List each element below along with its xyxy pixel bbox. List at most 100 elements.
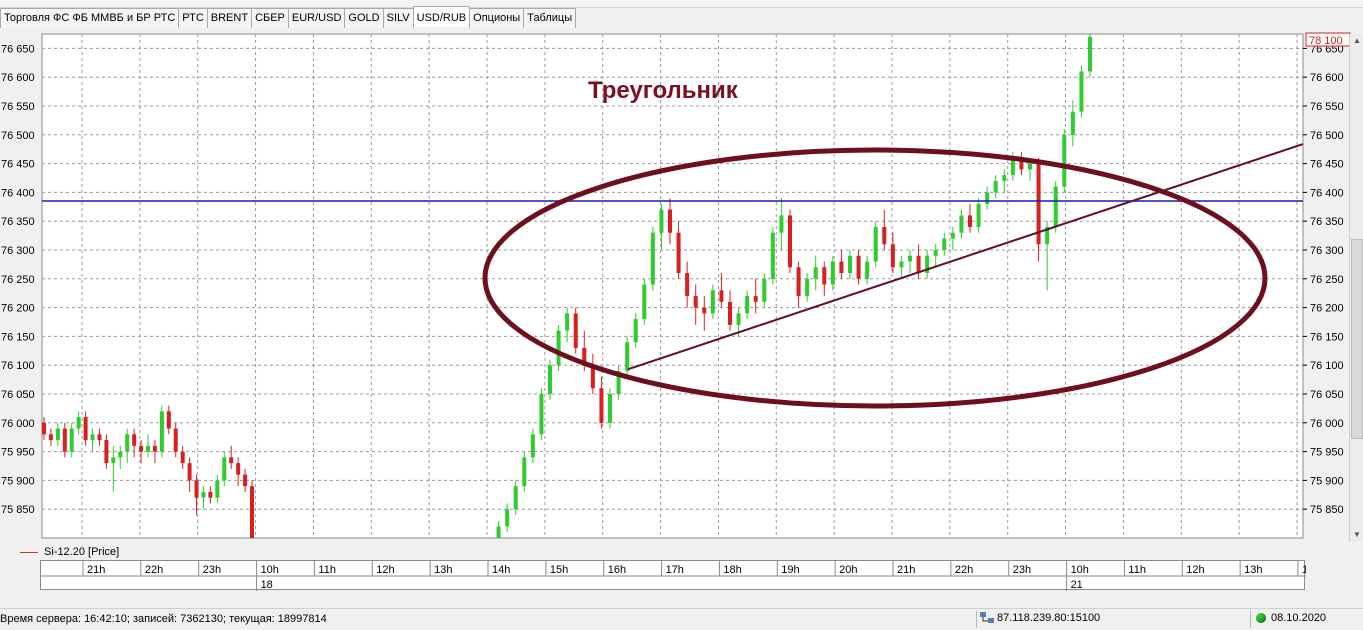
candle-body (642, 284, 647, 320)
scroll-up-arrow-icon[interactable]: ▲ (1352, 36, 1362, 46)
candle-body (728, 301, 732, 325)
y-tick-label-left: 76 500 (1, 130, 35, 142)
tab-5[interactable]: GOLD (344, 8, 384, 28)
time-label: 19h (781, 564, 799, 576)
y-tick-label-left: 76 450 (1, 159, 35, 171)
candle-body (916, 255, 921, 274)
scroll-down-arrow-icon[interactable]: ▼ (1352, 530, 1362, 540)
candle-body (685, 273, 690, 297)
candle-body (805, 278, 810, 297)
candle-body (942, 238, 947, 250)
price-chart[interactable]: 76 650 76 65076 600 76 60076 550 76 55076 5… (0, 28, 1363, 548)
y-tick-label-left: 76 200 (1, 303, 35, 315)
tab-7[interactable]: USD/RUB (412, 6, 471, 27)
time-label: 18h (723, 564, 741, 576)
tab-8[interactable]: Опционы (469, 8, 525, 28)
candle-body (513, 486, 518, 510)
candle-body (676, 232, 681, 274)
y-tick-label-right: 76 150 (1310, 331, 1344, 343)
tab-4[interactable]: EUR/USD (287, 8, 346, 28)
candle-body (222, 457, 227, 481)
candle-body (933, 250, 938, 256)
candle-body (985, 192, 990, 204)
candle-body (813, 267, 818, 279)
y-tick-label-left: 75 950 (1, 447, 35, 459)
y-tick-label-left: 76 150 (1, 331, 35, 343)
last-price-label: 78 100 (1309, 35, 1343, 47)
candle-body (1062, 134, 1067, 187)
candle-body (201, 491, 206, 498)
chart-legend: Si-12.20 [Price] (20, 545, 119, 559)
y-tick-label-left: 76 100 (1, 360, 35, 372)
candle-body (236, 463, 241, 475)
time-label: 13h (434, 564, 452, 576)
y-tick-label-right: 76 250 (1310, 274, 1344, 286)
candle-body (668, 209, 672, 233)
time-label: 11h (1128, 564, 1146, 576)
candle-body (556, 330, 561, 366)
candle-body (505, 509, 510, 527)
network-icon (980, 612, 994, 624)
candle-body (830, 261, 835, 285)
window-top-strip (0, 0, 1363, 8)
candle-body (243, 474, 248, 487)
time-label: 22h (955, 564, 973, 576)
date-status: 08.10.2020 (1256, 612, 1326, 624)
candle-body (950, 232, 955, 239)
tab-6[interactable]: SILV (382, 8, 414, 28)
time-label: 10h (1071, 564, 1089, 576)
tab-2[interactable]: BRENT (206, 8, 253, 28)
tab-0[interactable]: Торговля ФС ФБ ММВБ и БР РТС (0, 8, 180, 28)
connection-status: 87.118.239.80:15100 (980, 612, 1100, 624)
candle-body (1070, 111, 1075, 135)
candle-body (62, 428, 67, 452)
y-tick-label-right: 75 850 (1310, 504, 1344, 516)
tab-3[interactable]: СБЕР (251, 8, 289, 28)
candle-body (599, 388, 604, 423)
time-label: 17h (666, 564, 684, 576)
y-tick-label-right: 76 050 (1310, 389, 1344, 401)
time-label: 12h (376, 564, 394, 576)
candle-body (899, 261, 904, 268)
time-label: 11h (318, 564, 336, 576)
day-label: 21 (1071, 579, 1083, 591)
candle-body (608, 394, 612, 423)
candle-body (633, 319, 638, 343)
candle-body (1079, 71, 1084, 112)
y-tick-label-right: 75 950 (1310, 447, 1344, 459)
y-tick-label-left: 76 400 (1, 187, 35, 199)
candle-body (125, 434, 130, 452)
time-label: 14h (1302, 564, 1306, 576)
y-tick-label-left: 76 300 (1, 245, 35, 257)
candle-body (83, 417, 88, 441)
time-axis-ticks: 21h 22h 23h 10h 11h 12h 13h 14h 15h 16h 17h 18h 19h 2… (41, 561, 1320, 591)
server-time-status: Время сервера: 16:42:10; записей: 736213… (0, 613, 327, 625)
tab-9[interactable]: Таблицы (523, 8, 577, 28)
candle-body (719, 290, 724, 302)
tab-1[interactable]: РТС (178, 8, 208, 28)
y-tick-label-left: 76 050 (1, 389, 35, 401)
vertical-scrollbar[interactable]: ▲ ▼ (1349, 34, 1363, 542)
candle-body (976, 203, 981, 227)
candle-body (796, 267, 801, 297)
y-tick-label-right: 76 000 (1310, 418, 1344, 430)
y-tick-label-right: 76 500 (1310, 130, 1344, 142)
chart-annotation: Треугольник (588, 77, 739, 104)
scrollbar-thumb[interactable] (1351, 239, 1363, 439)
candle-body (882, 226, 887, 245)
candle-body (788, 215, 792, 268)
status-separator (1250, 611, 1251, 628)
chart-area[interactable]: 76 650 76 650 76 600 76 600 76 550 76 550 76 5… (0, 28, 1363, 548)
connection-address: 87.118.239.80:15100 (997, 612, 1101, 624)
candle-body (736, 313, 741, 325)
candle-body (539, 394, 544, 435)
candle-body (1088, 36, 1092, 72)
legend-series-name: Si-12.20 [Price] (44, 546, 120, 558)
candle-body (69, 428, 74, 452)
candle-body (625, 342, 630, 371)
candle-body (693, 296, 698, 308)
time-label: 16h (608, 564, 626, 576)
y-tick-label-left: 76 250 (1, 274, 35, 286)
time-label: 14h (492, 564, 510, 576)
time-label: 10h (261, 564, 279, 576)
